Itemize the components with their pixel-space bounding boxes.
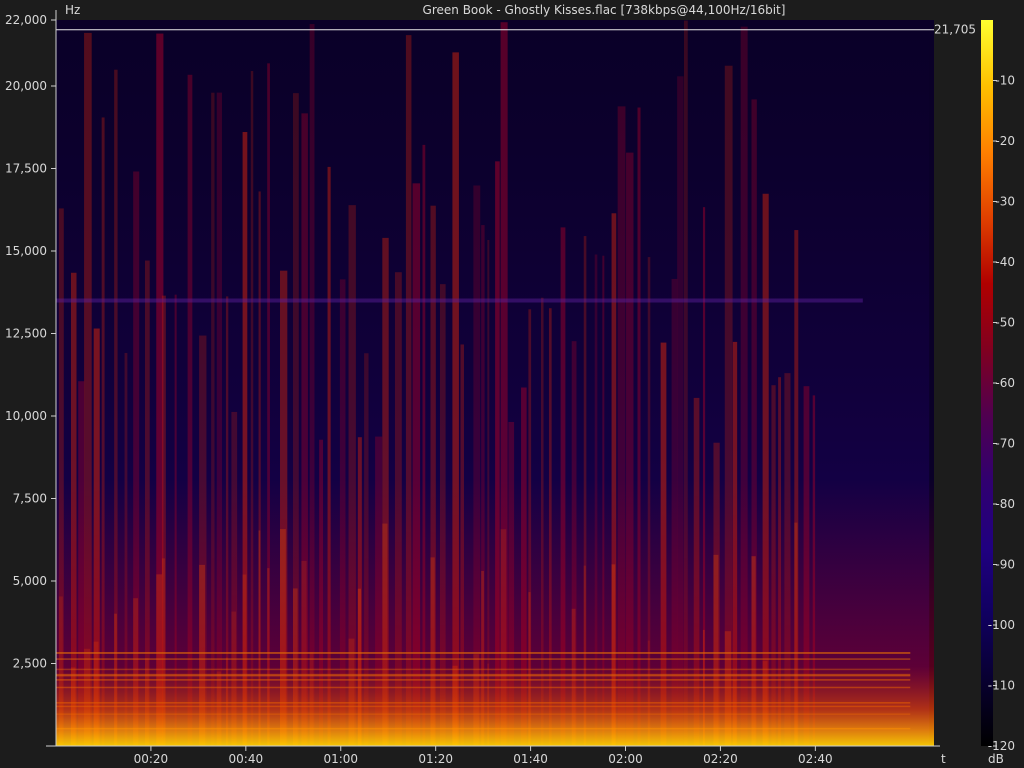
x-tick-label: 02:20 [703, 752, 738, 766]
colorbar-tick-label: -80 [995, 497, 1015, 511]
colorbar-tick-label: -110 [988, 679, 1015, 693]
colorbar-tick-label: -100 [988, 618, 1015, 632]
x-tick-label: 01:20 [418, 752, 453, 766]
chart-title: Green Book - Ghostly Kisses.flac [738kbp… [423, 3, 786, 17]
spectrogram-chart: 21,705 2,500 5,000 7,500 10,000 12,500 15,000… [5, 3, 1015, 766]
plot-area [56, 20, 934, 746]
y-tick-label: 2,500 [13, 657, 47, 671]
colorbar-tick-label: -50 [995, 316, 1015, 330]
bass-energy-band [56, 480, 934, 746]
spectrogram-window: 21,705 2,500 5,000 7,500 10,000 12,500 15,000… [0, 0, 1024, 768]
x-axis-ticks: 00:20 00:40 01:00 01:20 01:40 02:00 02:20 02:40 [134, 746, 833, 766]
colorbar-tick-label: -30 [995, 195, 1015, 209]
colorbar-unit-label: dB [988, 752, 1004, 766]
y-tick-label: 17,500 [5, 162, 47, 176]
colorbar [981, 20, 993, 746]
x-tick-label: 02:40 [798, 752, 833, 766]
x-tick-label: 00:40 [229, 752, 264, 766]
x-tick-label: 01:00 [323, 752, 358, 766]
y-tick-label: 5,000 [13, 574, 47, 588]
y-tick-label: 15,000 [5, 244, 47, 258]
colorbar-tick-label: -90 [995, 558, 1015, 572]
colorbar-tick-label: -10 [995, 74, 1015, 88]
x-tick-label: 02:00 [608, 752, 643, 766]
y-axis-label: Hz [65, 3, 80, 17]
colorbar-tick-label: -20 [995, 134, 1015, 148]
colorbar-tick-label: -70 [995, 437, 1015, 451]
y-tick-label: 20,000 [5, 79, 47, 93]
x-tick-label: 00:20 [134, 752, 169, 766]
y-tick-label: 7,500 [13, 492, 47, 506]
colorbar-tick-label: -60 [995, 376, 1015, 390]
colorbar-tick-label: -120 [988, 739, 1015, 753]
y-axis-ticks: 2,500 5,000 7,500 10,000 12,500 15,000 17,500 2… [5, 13, 56, 671]
x-tick-label: 01:40 [513, 752, 548, 766]
x-axis-label: t [941, 752, 946, 766]
y-tick-label: 10,000 [5, 409, 47, 423]
cursor-label: 21,705 [934, 23, 976, 37]
y-tick-label: 22,000 [5, 13, 47, 27]
spectral-band-line [56, 298, 863, 303]
colorbar-tick-label: -40 [995, 255, 1015, 269]
y-tick-label: 12,500 [5, 327, 47, 341]
